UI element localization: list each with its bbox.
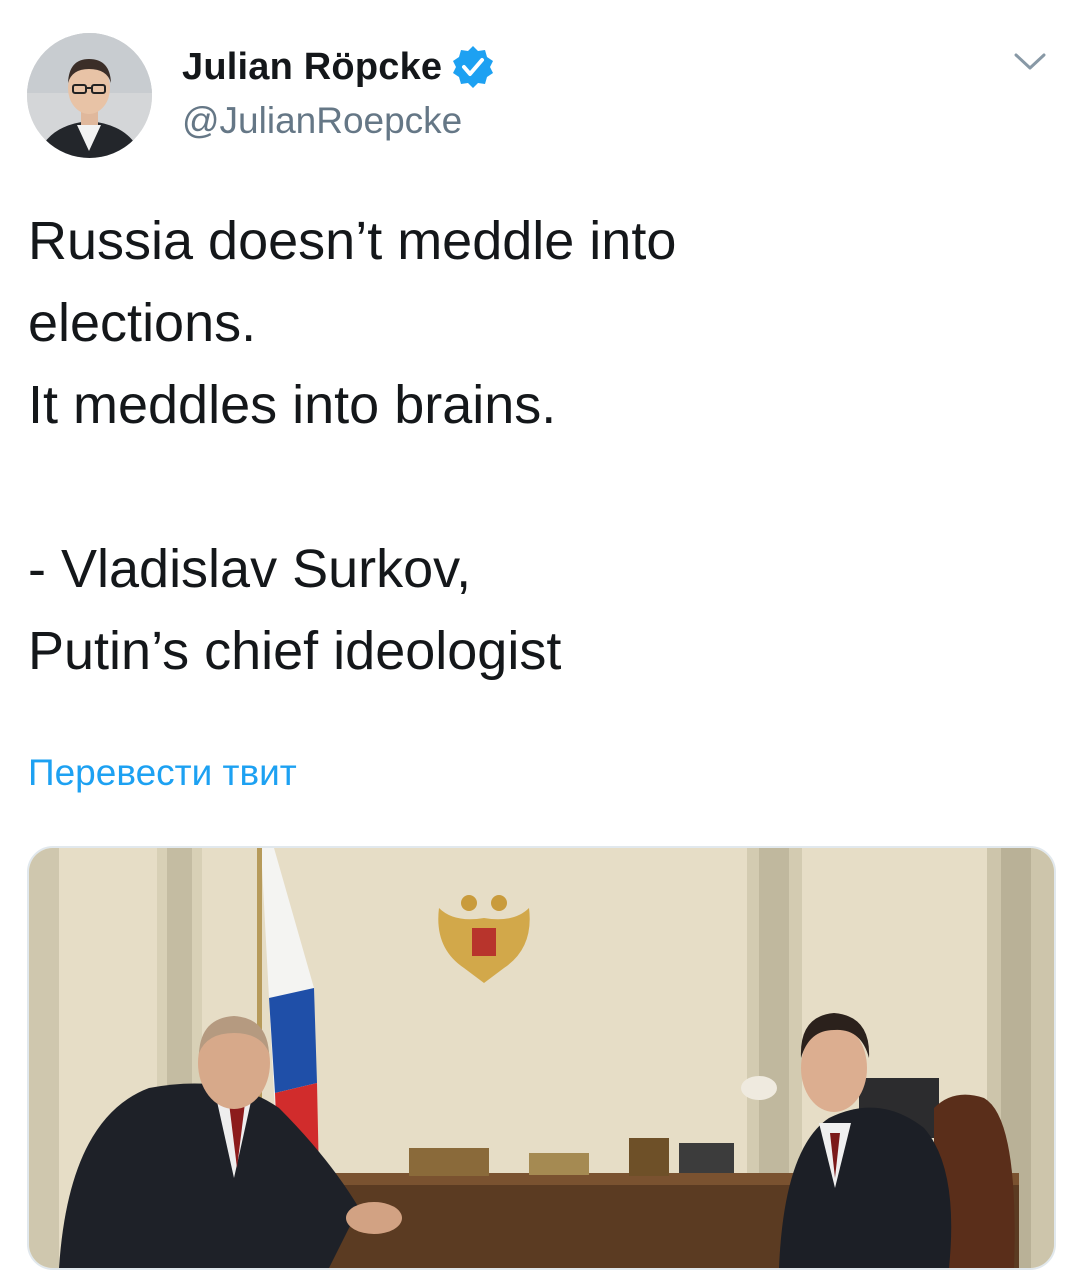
tweet-text-line: elections. — [28, 293, 257, 353]
translate-tweet-link[interactable]: Перевести твит — [28, 752, 297, 794]
display-name-row: Julian Röpcke — [182, 44, 496, 90]
author-handle[interactable]: @JulianRoepcke — [182, 100, 496, 142]
author-avatar[interactable] — [27, 33, 152, 158]
tweet-text-line: Russia doesn’t meddle into — [28, 211, 677, 271]
author-display-name[interactable]: Julian Röpcke — [182, 46, 442, 89]
tweet-header: Julian Röpcke @JulianRoepcke — [0, 0, 1080, 180]
tweet-media-photo[interactable] — [27, 846, 1056, 1270]
tweet-text-line: Putin’s chief ideologist — [28, 621, 562, 681]
verified-badge-icon — [450, 44, 496, 90]
author-names: Julian Röpcke @JulianRoepcke — [182, 44, 496, 142]
tweet-text: Russia doesn’t meddle into elections. It… — [28, 200, 1048, 692]
photo-meeting-in-office — [29, 848, 1054, 1268]
tweet-text-line: - Vladislav Surkov, — [28, 539, 472, 599]
tweet-text-line: It meddles into brains. — [28, 375, 557, 435]
avatar-photo — [27, 33, 152, 158]
chevron-down-icon — [1014, 53, 1046, 70]
tweet-text-line — [28, 446, 1048, 528]
tweet-menu-button[interactable] — [1010, 44, 1050, 80]
